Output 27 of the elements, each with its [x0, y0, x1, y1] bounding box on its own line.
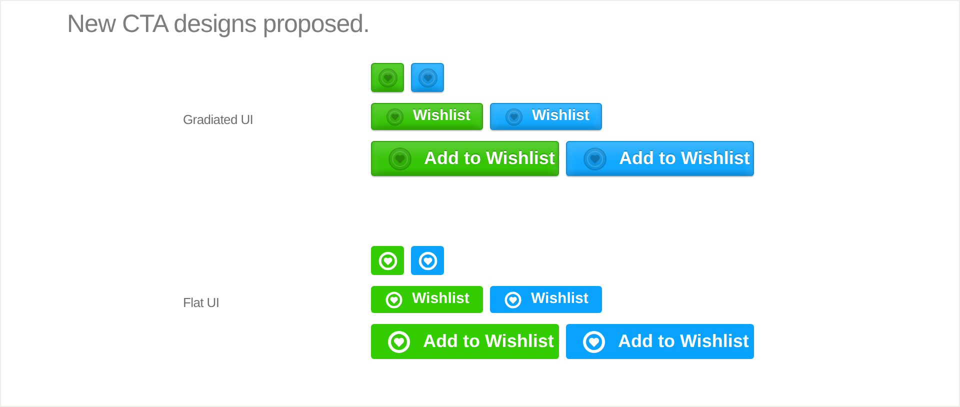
heart-circle-icon: [583, 146, 607, 170]
heart-circle-icon: [418, 250, 438, 270]
wishlist-button[interactable]: Add to Wishlist: [371, 324, 559, 359]
heart-circle-icon: [582, 330, 606, 354]
wishlist-icon-button[interactable]: [371, 246, 404, 275]
heart-circle-icon: [385, 290, 403, 308]
wishlist-button[interactable]: Wishlist: [371, 103, 483, 130]
wishlist-button[interactable]: Add to Wishlist: [566, 141, 754, 176]
wishlist-button[interactable]: Add to Wishlist: [371, 141, 559, 176]
heart-circle-icon: [505, 108, 523, 126]
wishlist-icon-button[interactable]: [411, 63, 444, 92]
heart-circle-icon: [386, 108, 404, 126]
heart-circle-icon: [388, 146, 412, 170]
wishlist-button[interactable]: Wishlist: [490, 286, 602, 313]
heart-circle-icon: [418, 68, 438, 88]
wishlist-button[interactable]: Add to Wishlist: [566, 324, 754, 359]
section-label: Gradiated UI: [183, 112, 254, 127]
wishlist-button[interactable]: Wishlist: [371, 286, 483, 313]
wishlist-icon-button[interactable]: [411, 246, 444, 275]
heart-circle-icon: [504, 290, 522, 308]
heart-circle-icon: [378, 250, 398, 270]
heart-circle-icon: [387, 330, 411, 354]
wishlist-icon-button[interactable]: [371, 63, 404, 92]
section-label: Flat UI: [183, 294, 220, 310]
wishlist-button[interactable]: Wishlist: [490, 103, 602, 130]
heart-circle-icon: [378, 68, 398, 88]
page-heading: New CTA designs proposed.: [67, 9, 370, 39]
